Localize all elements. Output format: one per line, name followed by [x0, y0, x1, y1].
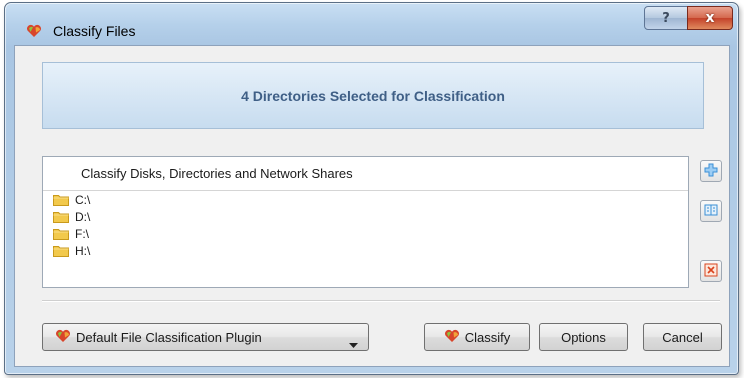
- list-item-label: D:\: [75, 209, 91, 224]
- plugin-logo-icon: [55, 329, 71, 346]
- list-item[interactable]: C:\: [43, 191, 688, 208]
- list-rows: C:\ D:\ F:\ H:\: [43, 191, 688, 259]
- chevron-down-icon: [349, 336, 358, 351]
- folder-icon: [53, 211, 69, 223]
- selection-banner: 4 Directories Selected for Classificatio…: [42, 62, 704, 129]
- list-header[interactable]: Classify Disks, Directories and Network …: [43, 157, 688, 191]
- title-bar[interactable]: Classify Files ? x: [5, 3, 738, 43]
- app-logo-icon: [26, 24, 42, 38]
- properties-button[interactable]: [700, 200, 722, 222]
- dialog-client-area: 4 Directories Selected for Classificatio…: [14, 45, 730, 367]
- close-button[interactable]: x: [687, 6, 733, 30]
- list-item-label: H:\: [75, 243, 91, 258]
- directory-list[interactable]: Classify Disks, Directories and Network …: [42, 156, 689, 288]
- help-button[interactable]: ?: [644, 6, 688, 30]
- add-icon: [704, 163, 718, 180]
- remove-directory-button[interactable]: [700, 260, 722, 282]
- plugin-select[interactable]: Default File Classification Plugin: [42, 323, 369, 351]
- folder-icon: [53, 194, 69, 206]
- banner-text: 4 Directories Selected for Classificatio…: [241, 87, 505, 104]
- plugin-select-value: Default File Classification Plugin: [76, 329, 262, 345]
- classify-button-label: Classify: [464, 329, 511, 345]
- properties-icon: [704, 203, 718, 220]
- list-item[interactable]: F:\: [43, 225, 688, 242]
- options-button[interactable]: Options: [539, 323, 628, 351]
- classify-icon: [444, 329, 460, 346]
- add-directory-button[interactable]: [700, 160, 722, 182]
- folder-icon: [53, 228, 69, 240]
- dialog-window: Classify Files ? x 4 Directories Selecte…: [4, 2, 739, 375]
- list-header-label: Classify Disks, Directories and Network …: [81, 166, 353, 181]
- list-item[interactable]: H:\: [43, 242, 688, 259]
- cancel-button[interactable]: Cancel: [643, 323, 722, 351]
- window-title: Classify Files: [53, 23, 136, 39]
- folder-icon: [53, 245, 69, 257]
- list-item[interactable]: D:\: [43, 208, 688, 225]
- classify-button[interactable]: Classify: [424, 323, 530, 351]
- divider: [42, 300, 720, 302]
- list-item-label: C:\: [75, 192, 91, 207]
- list-item-label: F:\: [75, 226, 89, 241]
- remove-icon: [704, 263, 718, 280]
